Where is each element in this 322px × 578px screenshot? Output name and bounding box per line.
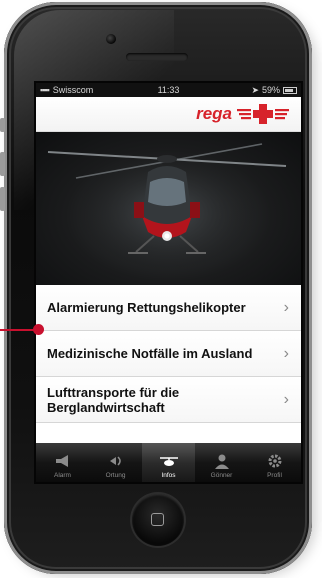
battery-icon (283, 86, 297, 94)
tab-bar: Alarm Ortung Infos Gönner Profil (36, 443, 301, 482)
menu-item-label: Lufttransporte für die Berglandwirtschaf… (47, 384, 180, 415)
menu-item-label: Medizinische Notfälle im Ausland (47, 346, 253, 361)
menu-item-label: Alarmierung Rettungshelikopter (47, 300, 246, 315)
tab-profil[interactable]: Profil (248, 443, 301, 482)
home-square-icon (151, 513, 164, 526)
person-icon (214, 454, 229, 469)
app-header: rega (36, 97, 301, 132)
menu-item-medizinische-notfaelle[interactable]: Medizinische Notfälle im Ausland › (36, 331, 301, 377)
hero-helicopter-image (36, 132, 301, 285)
helicopter-photo (47, 143, 287, 272)
battery-percent: 59% (261, 85, 280, 95)
rega-logo-text: rega (196, 104, 232, 123)
tab-alarm[interactable]: Alarm (36, 443, 89, 482)
chevron-right-icon: › (283, 298, 289, 316)
home-button[interactable] (132, 494, 184, 546)
mute-switch (0, 118, 5, 132)
phone-screen: ▪▪▪▪ Swisscom 11:33 ➤ 59% rega Alarmieru… (34, 81, 303, 484)
status-right: ➤ 59% (251, 85, 297, 96)
volume-down-button (0, 187, 5, 211)
tab-label: Ortung (105, 472, 126, 479)
volume-up-button (0, 152, 5, 176)
tab-infos[interactable]: Infos (142, 443, 195, 482)
chevron-right-icon: › (283, 344, 289, 362)
swiss-cross-wings-icon (237, 104, 289, 124)
tab-label: Infos (161, 472, 176, 479)
tab-goenner[interactable]: Gönner (195, 443, 248, 482)
earpiece-speaker (126, 53, 188, 61)
carrier-name: Swisscom (52, 85, 94, 95)
menu-list: Alarmierung Rettungshelikopter › Medizin… (36, 285, 301, 423)
locate-icon (109, 456, 121, 466)
menu-item-lufttransporte[interactable]: Lufttransporte für die Berglandwirtschaf… (36, 377, 301, 423)
tab-label: Profil (267, 472, 282, 479)
tab-label: Alarm (54, 472, 71, 479)
helicopter-icon (159, 457, 178, 466)
front-camera (106, 34, 116, 44)
tab-label: Gönner (210, 472, 233, 479)
status-bar: ▪▪▪▪ Swisscom 11:33 ➤ 59% (36, 83, 301, 97)
callout-dot (33, 324, 44, 335)
menu-item-alarmierung[interactable]: Alarmierung Rettungshelikopter › (36, 285, 301, 331)
chevron-right-icon: › (283, 390, 289, 408)
gear-icon (268, 454, 281, 468)
tab-ortung[interactable]: Ortung (89, 443, 142, 482)
megaphone-icon (55, 455, 68, 467)
location-arrow-icon: ➤ (251, 84, 259, 95)
signal-icon: ▪▪▪▪ (40, 85, 50, 95)
